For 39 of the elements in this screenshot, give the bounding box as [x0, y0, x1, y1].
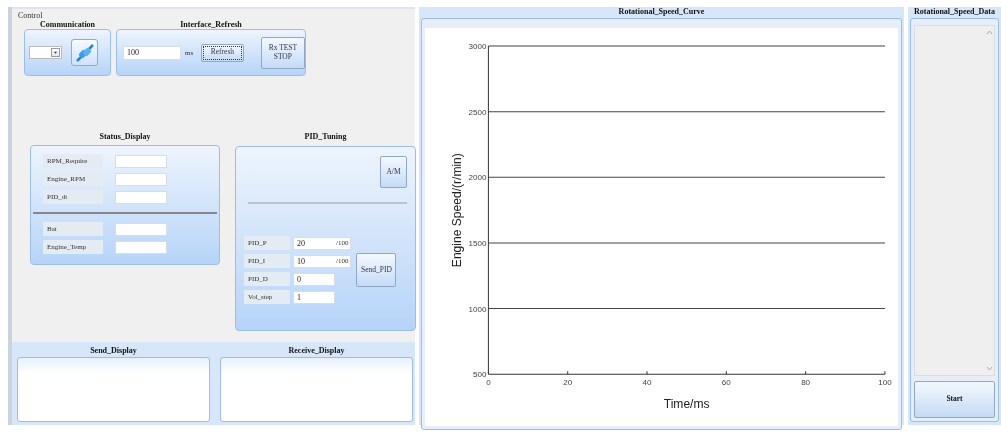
group-title: Send_Display: [90, 346, 137, 355]
value-field[interactable]: [115, 172, 167, 186]
x-tick-label: 80: [801, 378, 811, 388]
y-tick-label: 500: [472, 370, 487, 380]
value-field[interactable]: 0: [293, 272, 335, 286]
value-field[interactable]: [115, 190, 167, 204]
y-tick-label: 2000: [468, 173, 487, 183]
connect-button[interactable]: [71, 39, 98, 66]
group-title: PID_Tuning: [304, 132, 347, 141]
group-title: Rotational_Speed_Curve: [618, 7, 705, 16]
group-title: Communication: [39, 20, 96, 29]
y-tick-label: 3000: [468, 42, 487, 52]
text-display[interactable]: [220, 357, 413, 422]
group-title: Rotational_Speed_Data: [914, 7, 995, 16]
value-field[interactable]: [115, 222, 167, 236]
x-axis-label: Time/ms: [663, 397, 710, 412]
y-tick-label: 2500: [468, 107, 487, 117]
x-tick-label: 60: [721, 378, 731, 388]
group-title: Receive_Display: [288, 346, 345, 355]
x-tick-label: 20: [563, 378, 573, 388]
scroll-down-icon[interactable]: [985, 366, 993, 371]
y-tick-label: 1500: [468, 239, 487, 248]
value-field[interactable]: [115, 154, 167, 168]
scroll-up-icon[interactable]: [985, 30, 993, 35]
value-field[interactable]: [115, 240, 167, 254]
y-axis-label: Engine Speed/(r/min): [450, 153, 465, 268]
group-title: Interface_Refresh: [180, 20, 242, 29]
port-dropdown[interactable]: [29, 46, 62, 59]
y-tick-label: 1000: [468, 304, 487, 314]
interval-field[interactable]: 100: [123, 45, 181, 60]
x-tick-label: 100: [878, 378, 892, 388]
group-title: Status_Display: [99, 132, 151, 141]
x-tick-label: 40: [642, 378, 652, 388]
data-list[interactable]: [914, 25, 995, 376]
group-title: Control: [18, 11, 43, 20]
value-field[interactable]: 1: [293, 290, 335, 304]
text-display[interactable]: [17, 357, 210, 422]
dropdown-arrow-icon: [51, 48, 60, 57]
x-tick-label: 0: [486, 378, 491, 388]
